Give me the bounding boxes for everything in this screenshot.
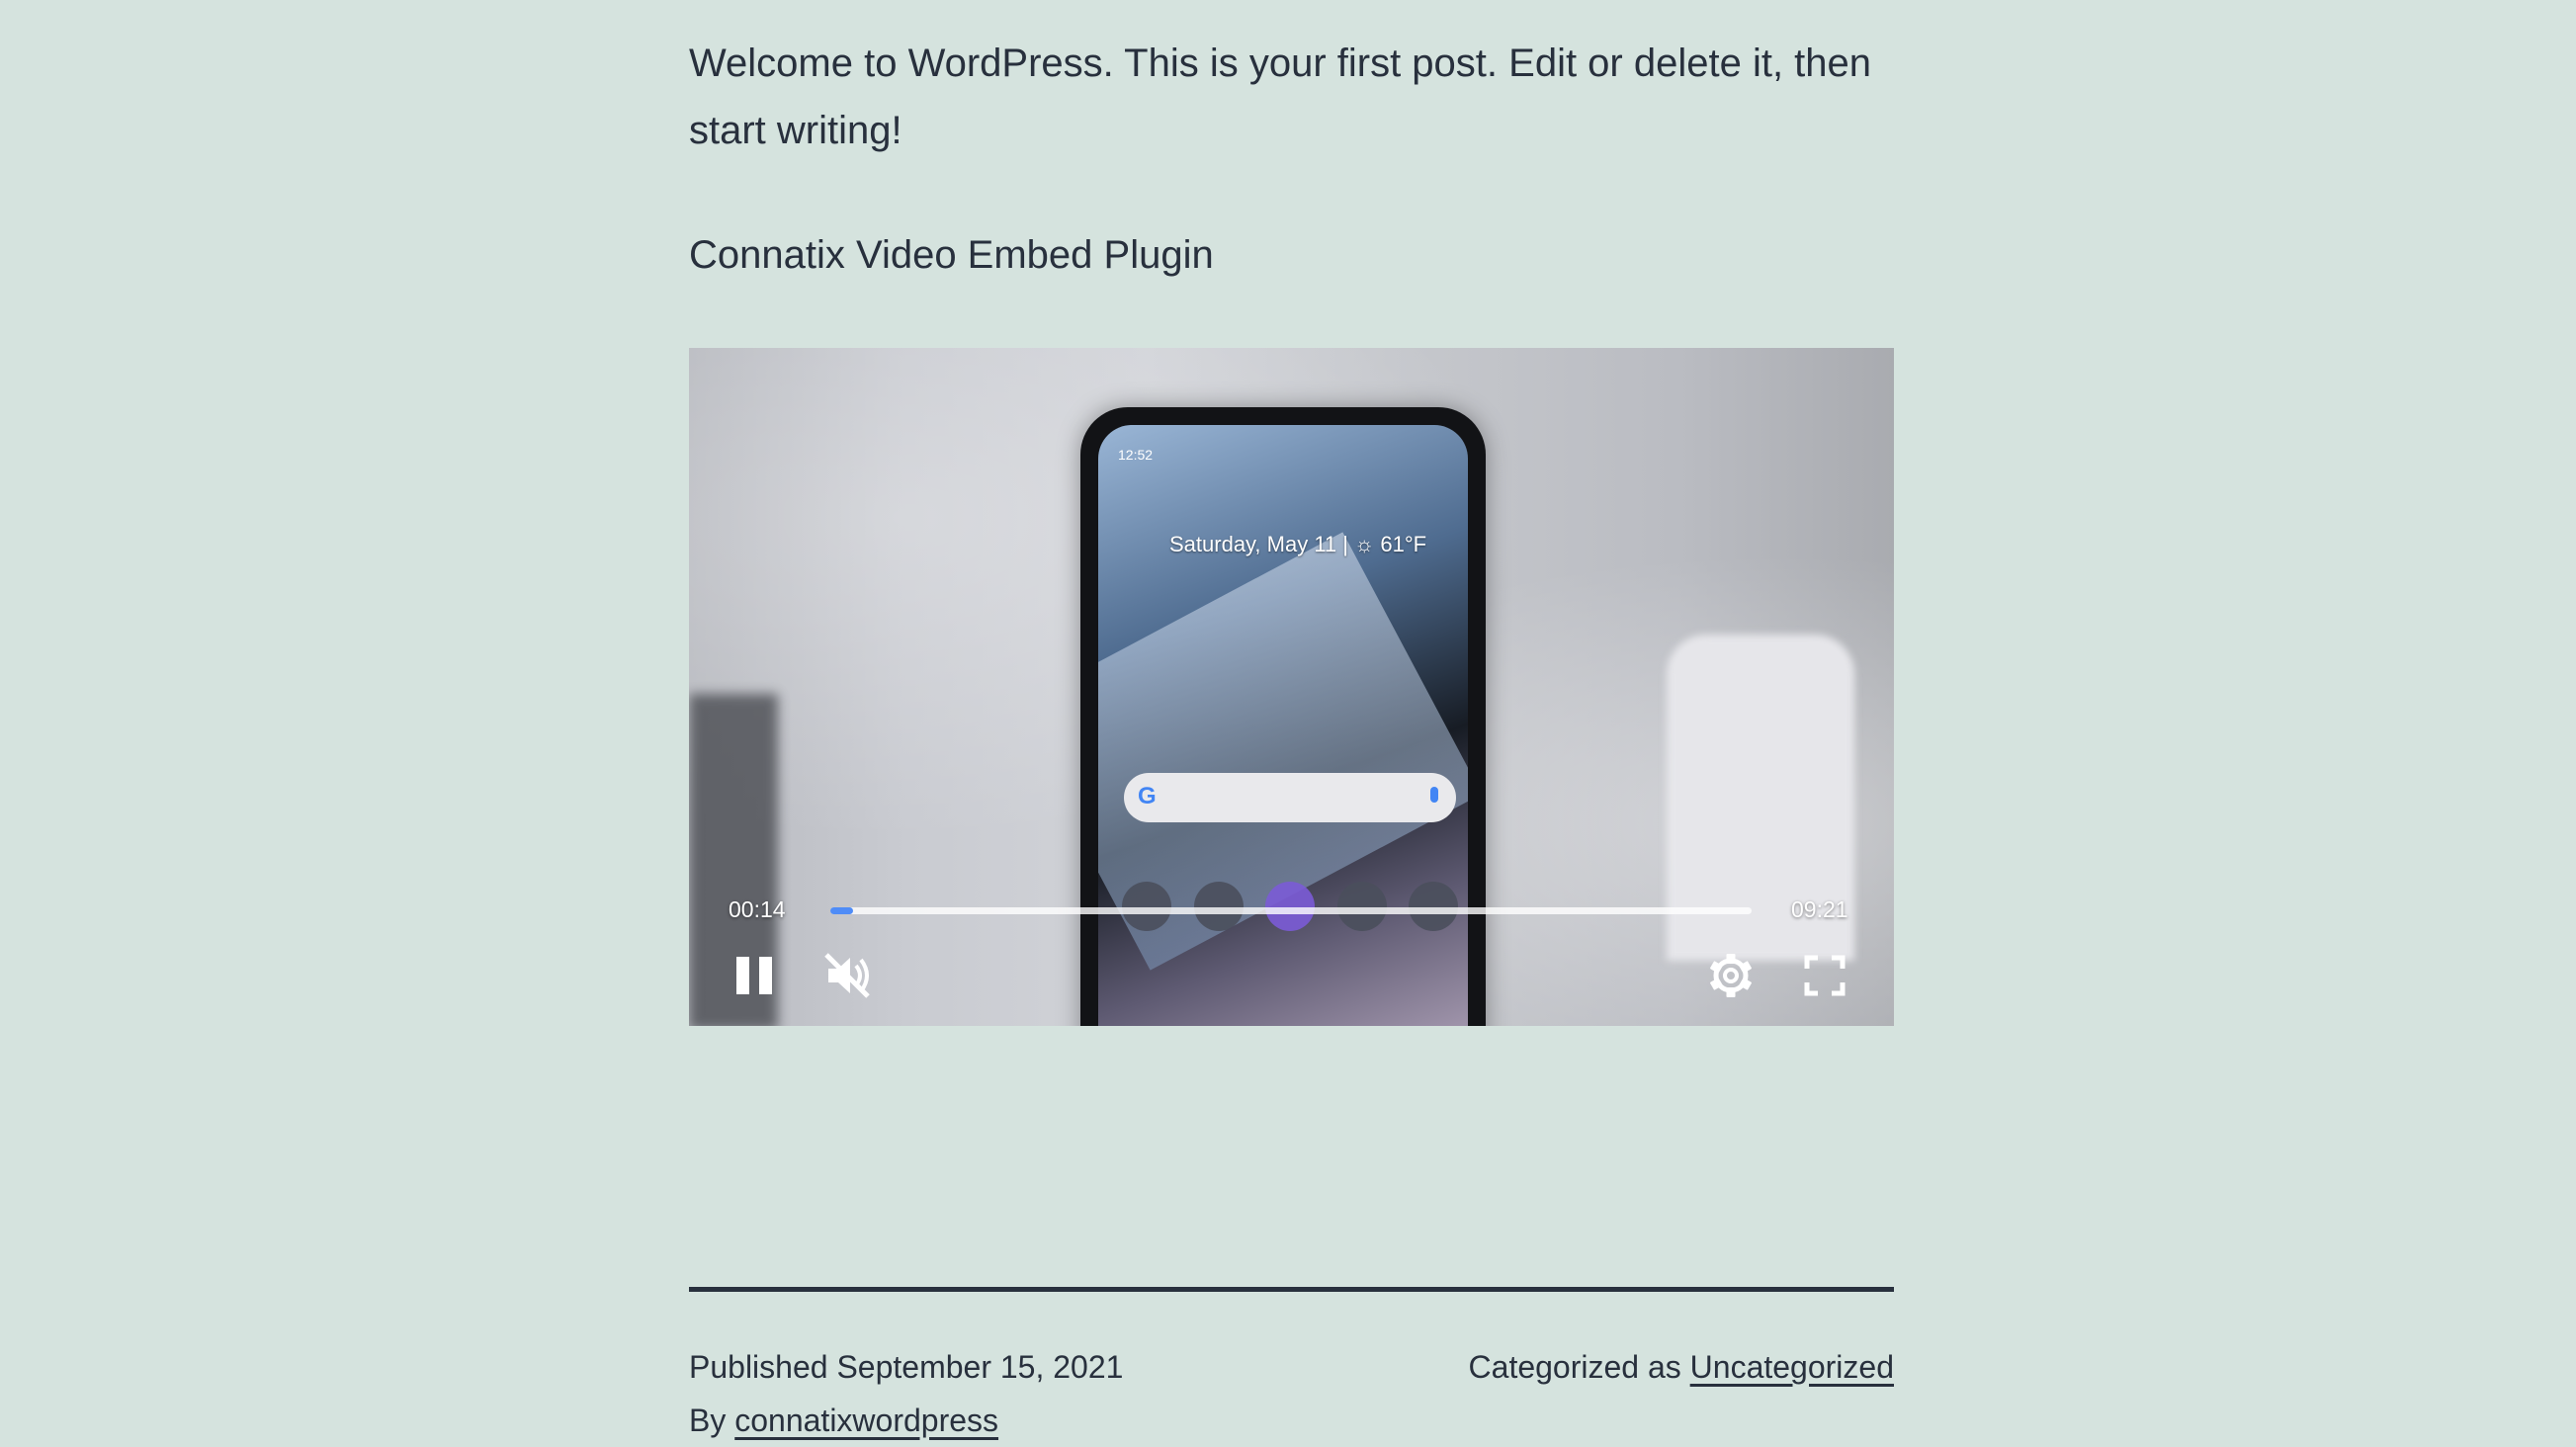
fullscreen-icon <box>1804 955 1846 996</box>
google-logo-icon: G <box>1138 783 1157 809</box>
footer-separator <box>689 1287 1894 1292</box>
video-current-time: 00:14 <box>729 896 786 922</box>
app-icon <box>1265 882 1315 931</box>
gear-icon <box>1710 954 1752 997</box>
author-link[interactable]: connatixwordpress <box>734 1403 998 1438</box>
microphone-icon <box>1430 787 1438 803</box>
app-folder-icon <box>1193 882 1244 931</box>
post-published: Published September 15, 2021 <box>689 1341 1123 1393</box>
video-progress-fill <box>830 907 854 914</box>
video-player[interactable]: 12:52 Saturday, May 11 | ☼ 61°F G 00:14 … <box>689 348 1894 1026</box>
phone-app-row <box>1122 882 1458 931</box>
video-frame-phone: 12:52 Saturday, May 11 | ☼ 61°F G <box>1080 407 1486 1026</box>
phone-clock: 12:52 <box>1118 447 1154 463</box>
app-folder-icon <box>1336 882 1387 931</box>
video-duration: 09:21 <box>1791 896 1848 922</box>
post-intro-text: Welcome to WordPress. This is your first… <box>689 42 1872 152</box>
app-folder-icon <box>1122 882 1171 931</box>
post-category: Categorized as Uncategorized <box>1469 1341 1894 1393</box>
pause-button[interactable] <box>729 949 782 1002</box>
pause-icon <box>736 957 772 994</box>
categorized-label: Categorized as <box>1468 1349 1681 1385</box>
settings-button[interactable] <box>1704 949 1758 1002</box>
app-folder-icon <box>1409 882 1458 931</box>
phone-search-bar: G <box>1124 773 1456 822</box>
plugin-heading: Connatix Video Embed Plugin <box>689 233 1214 277</box>
fullscreen-button[interactable] <box>1798 949 1851 1002</box>
published-label: Published <box>689 1349 828 1385</box>
unmute-button[interactable] <box>820 949 874 1002</box>
category-link[interactable]: Uncategorized <box>1690 1349 1894 1385</box>
phone-screen: 12:52 Saturday, May 11 | ☼ 61°F G <box>1098 425 1468 1026</box>
phone-date-widget: Saturday, May 11 | ☼ 61°F <box>1169 532 1427 556</box>
muted-speaker-icon <box>824 953 870 998</box>
published-date: September 15, 2021 <box>836 1349 1124 1385</box>
author-label: By <box>689 1403 727 1438</box>
video-progress-bar[interactable] <box>830 907 1752 914</box>
post-author: By connatixwordpress <box>689 1395 998 1446</box>
